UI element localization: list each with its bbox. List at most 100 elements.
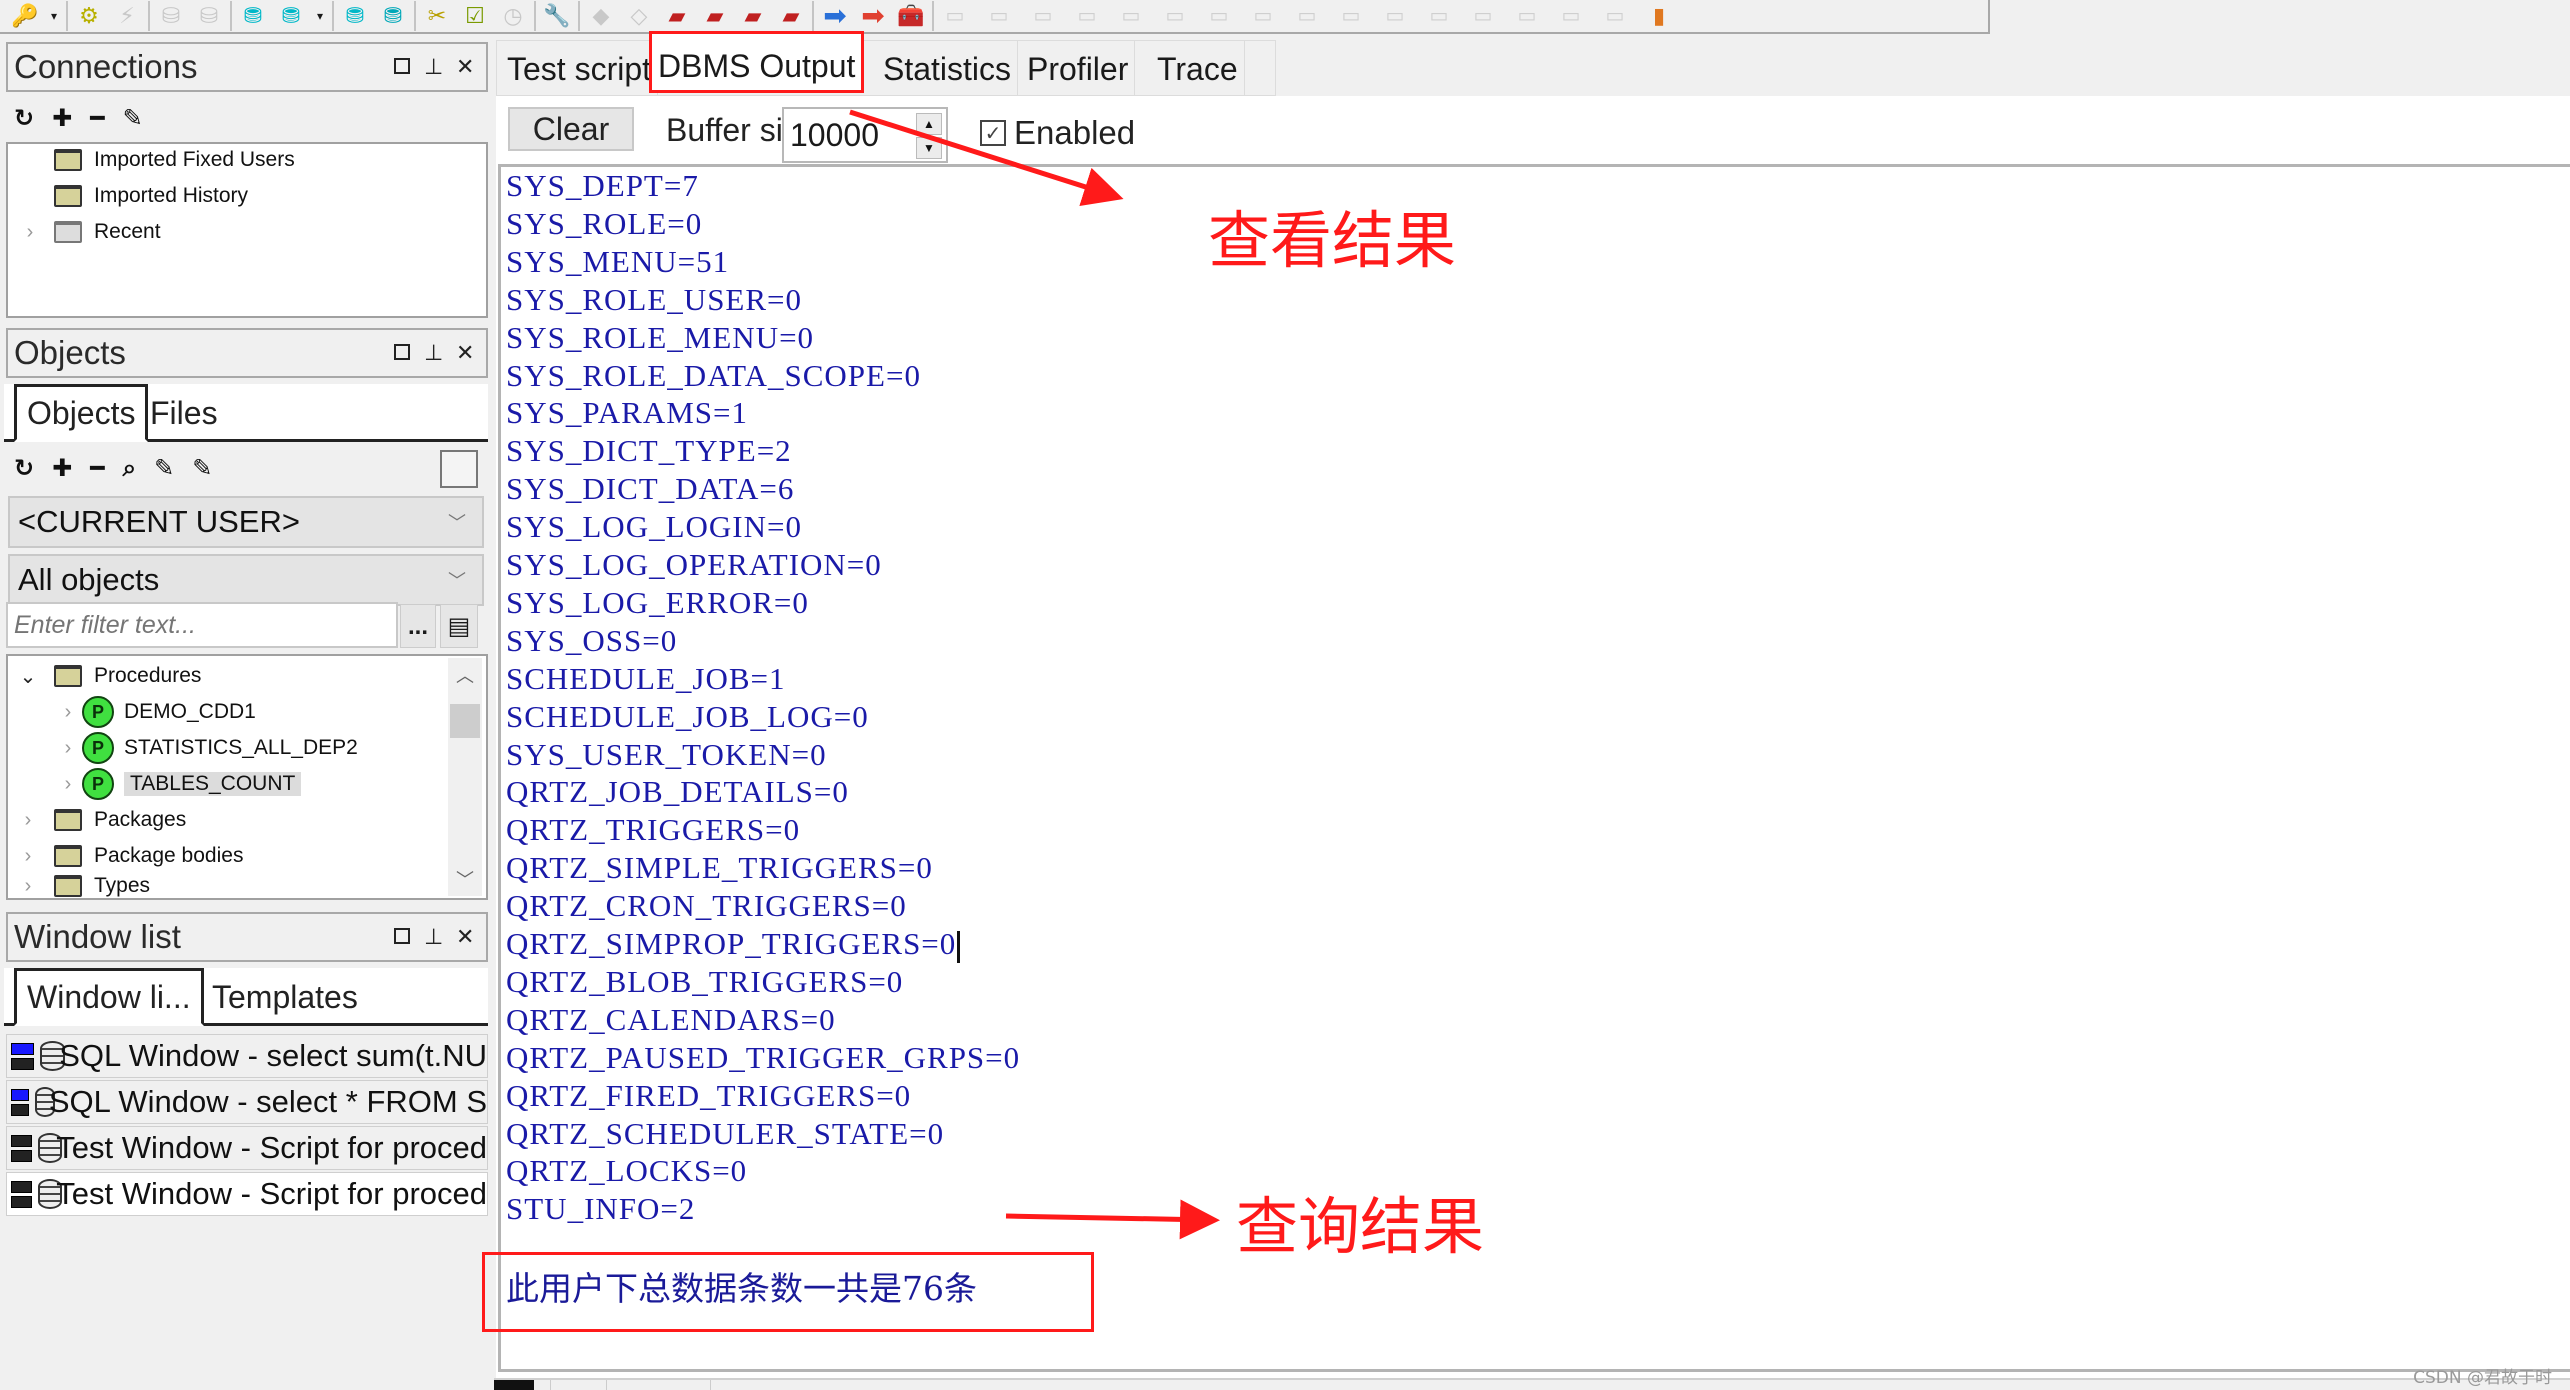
- export-icon[interactable]: ⛁: [194, 2, 224, 30]
- window-list-item[interactable]: SQL Window - select * FROM S: [6, 1080, 488, 1124]
- user-select[interactable]: <CURRENT USER> ﹀: [8, 496, 484, 548]
- dropdown-arrow-icon[interactable]: ▾: [314, 2, 326, 30]
- scroll-down-icon[interactable]: ﹀: [448, 866, 482, 892]
- wrench-icon[interactable]: 🔧: [542, 2, 572, 30]
- checklist-icon[interactable]: ☑: [460, 2, 490, 30]
- book-yellow-icon[interactable]: ▰: [700, 2, 730, 30]
- tree-item-packages[interactable]: › Packages: [18, 804, 186, 836]
- tree-item-imported-history[interactable]: Imported History: [54, 180, 248, 212]
- folder-disabled-icon[interactable]: ▭: [1116, 2, 1146, 30]
- chevron-right-icon[interactable]: ›: [58, 773, 78, 796]
- folder-disabled-icon[interactable]: ▭: [1556, 2, 1586, 30]
- scroll-up-icon[interactable]: ︿: [448, 662, 482, 688]
- options-button[interactable]: [440, 450, 478, 488]
- restore-icon[interactable]: [394, 928, 410, 944]
- tab-objects[interactable]: Objects: [14, 384, 149, 442]
- tab-test-script[interactable]: Test script: [501, 41, 659, 97]
- tab-files[interactable]: Files: [140, 384, 228, 442]
- tab-statistics[interactable]: Statistics: [877, 41, 1019, 97]
- folder-disabled-icon[interactable]: ▭: [1248, 2, 1278, 30]
- filter-ellipsis-button[interactable]: ...: [400, 604, 436, 648]
- tab-profiler[interactable]: Profiler: [1021, 41, 1136, 97]
- clear-button[interactable]: Clear: [508, 107, 634, 151]
- tab-dbms-output[interactable]: DBMS Output: [649, 31, 865, 93]
- checkbox-checked-icon[interactable]: ✓: [980, 120, 1006, 146]
- objects-tree-scrollbar[interactable]: ︿ ﹀: [448, 658, 482, 896]
- chevron-down-icon[interactable]: ⌄: [18, 664, 38, 689]
- filter-icon[interactable]: ✎: [154, 454, 174, 483]
- filter-document-icon[interactable]: ▤: [440, 604, 478, 648]
- pin-icon[interactable]: ⊥: [424, 340, 443, 366]
- filter-input[interactable]: [6, 602, 398, 648]
- tree-item-procedure[interactable]: › P STATISTICS_ALL_DEP2: [58, 732, 358, 764]
- red-arrow-icon[interactable]: ➡: [858, 2, 888, 30]
- tab-trace[interactable]: Trace: [1151, 41, 1245, 97]
- tree-item-procedures[interactable]: ⌄ Procedures: [18, 660, 202, 692]
- tree-item-procedure-selected[interactable]: › P TABLES_COUNT: [58, 768, 302, 800]
- folder-disabled-icon[interactable]: ▭: [1380, 2, 1410, 30]
- key-icon[interactable]: 🔑: [10, 2, 40, 30]
- restore-icon[interactable]: [394, 344, 410, 360]
- spin-down-icon[interactable]: ▼: [916, 137, 942, 159]
- close-icon[interactable]: ✕: [456, 924, 474, 950]
- diamond-icon[interactable]: ◇: [624, 2, 654, 30]
- eraser-icon[interactable]: ◆: [586, 2, 616, 30]
- chevron-right-icon[interactable]: ›: [20, 221, 40, 244]
- buffer-size-input[interactable]: 10000 ▲ ▼: [782, 107, 948, 163]
- tree-item-imported-fixed-users[interactable]: Imported Fixed Users: [54, 144, 295, 176]
- add-icon[interactable]: ✚: [52, 454, 72, 483]
- tree-item-recent[interactable]: › Recent: [20, 216, 161, 248]
- database-icon[interactable]: ⛃: [276, 2, 306, 30]
- folder-disabled-icon[interactable]: ▭: [940, 2, 970, 30]
- book-icon[interactable]: ▰: [738, 2, 768, 30]
- lightning-icon[interactable]: ⚡: [112, 2, 142, 30]
- restore-icon[interactable]: [394, 58, 410, 74]
- chevron-right-icon[interactable]: ›: [58, 701, 78, 724]
- tree-item-types[interactable]: › Types: [18, 874, 150, 898]
- close-icon[interactable]: ✕: [456, 340, 474, 366]
- pin-icon[interactable]: ⊥: [424, 54, 443, 80]
- tools-icon[interactable]: ✂: [422, 2, 452, 30]
- save-file-icon[interactable]: ▮: [1644, 2, 1674, 30]
- close-icon[interactable]: ✕: [456, 54, 474, 80]
- object-type-select[interactable]: All objects ﹀: [8, 554, 484, 606]
- window-list-item[interactable]: SQL Window - select sum(t.NU: [6, 1034, 488, 1078]
- book-red-icon[interactable]: ▰: [662, 2, 692, 30]
- enabled-checkbox[interactable]: ✓ Enabled: [980, 114, 1135, 152]
- toolbox-icon[interactable]: 🧰: [896, 2, 926, 30]
- remove-icon[interactable]: ━: [90, 454, 104, 483]
- folder-disabled-icon[interactable]: ▭: [1424, 2, 1454, 30]
- edit-icon[interactable]: ✎: [192, 454, 212, 483]
- tab-templates[interactable]: Templates: [202, 968, 368, 1026]
- chevron-right-icon[interactable]: ›: [58, 737, 78, 760]
- scrollbar-thumb[interactable]: [450, 704, 480, 738]
- remove-icon[interactable]: ━: [90, 104, 104, 133]
- book-icon[interactable]: ▰: [776, 2, 806, 30]
- folder-disabled-icon[interactable]: ▭: [1072, 2, 1102, 30]
- folder-disabled-icon[interactable]: ▭: [984, 2, 1014, 30]
- folder-disabled-icon[interactable]: ▭: [1336, 2, 1366, 30]
- chevron-right-icon[interactable]: ›: [18, 845, 38, 868]
- blue-arrow-icon[interactable]: ➡: [820, 2, 850, 30]
- folder-disabled-icon[interactable]: ▭: [1160, 2, 1190, 30]
- folder-disabled-icon[interactable]: ▭: [1028, 2, 1058, 30]
- database-stop-icon[interactable]: ⛃: [378, 2, 408, 30]
- tree-item-procedure[interactable]: › P DEMO_CDD1: [58, 696, 256, 728]
- window-list-item[interactable]: Test Window - Script for proced: [6, 1126, 488, 1170]
- folder-disabled-icon[interactable]: ▭: [1204, 2, 1234, 30]
- pin-icon[interactable]: ⊥: [424, 924, 443, 950]
- refresh-icon[interactable]: ↻: [14, 104, 34, 133]
- folder-disabled-icon[interactable]: ▭: [1600, 2, 1630, 30]
- import-icon[interactable]: ⛁: [156, 2, 186, 30]
- refresh-icon[interactable]: ↻: [14, 454, 34, 483]
- tree-item-package-bodies[interactable]: › Package bodies: [18, 840, 243, 872]
- binoculars-icon[interactable]: ⌕: [123, 455, 136, 483]
- database-bulb-icon[interactable]: ⛃: [238, 2, 268, 30]
- spin-up-icon[interactable]: ▲: [916, 113, 942, 135]
- dropdown-arrow-icon[interactable]: ▾: [48, 2, 60, 30]
- tab-window-list[interactable]: Window li...: [14, 968, 204, 1026]
- chevron-right-icon[interactable]: ›: [18, 875, 38, 898]
- add-icon[interactable]: ✚: [52, 104, 72, 133]
- chevron-right-icon[interactable]: ›: [18, 809, 38, 832]
- window-list-item[interactable]: Test Window - Script for proced: [6, 1172, 488, 1216]
